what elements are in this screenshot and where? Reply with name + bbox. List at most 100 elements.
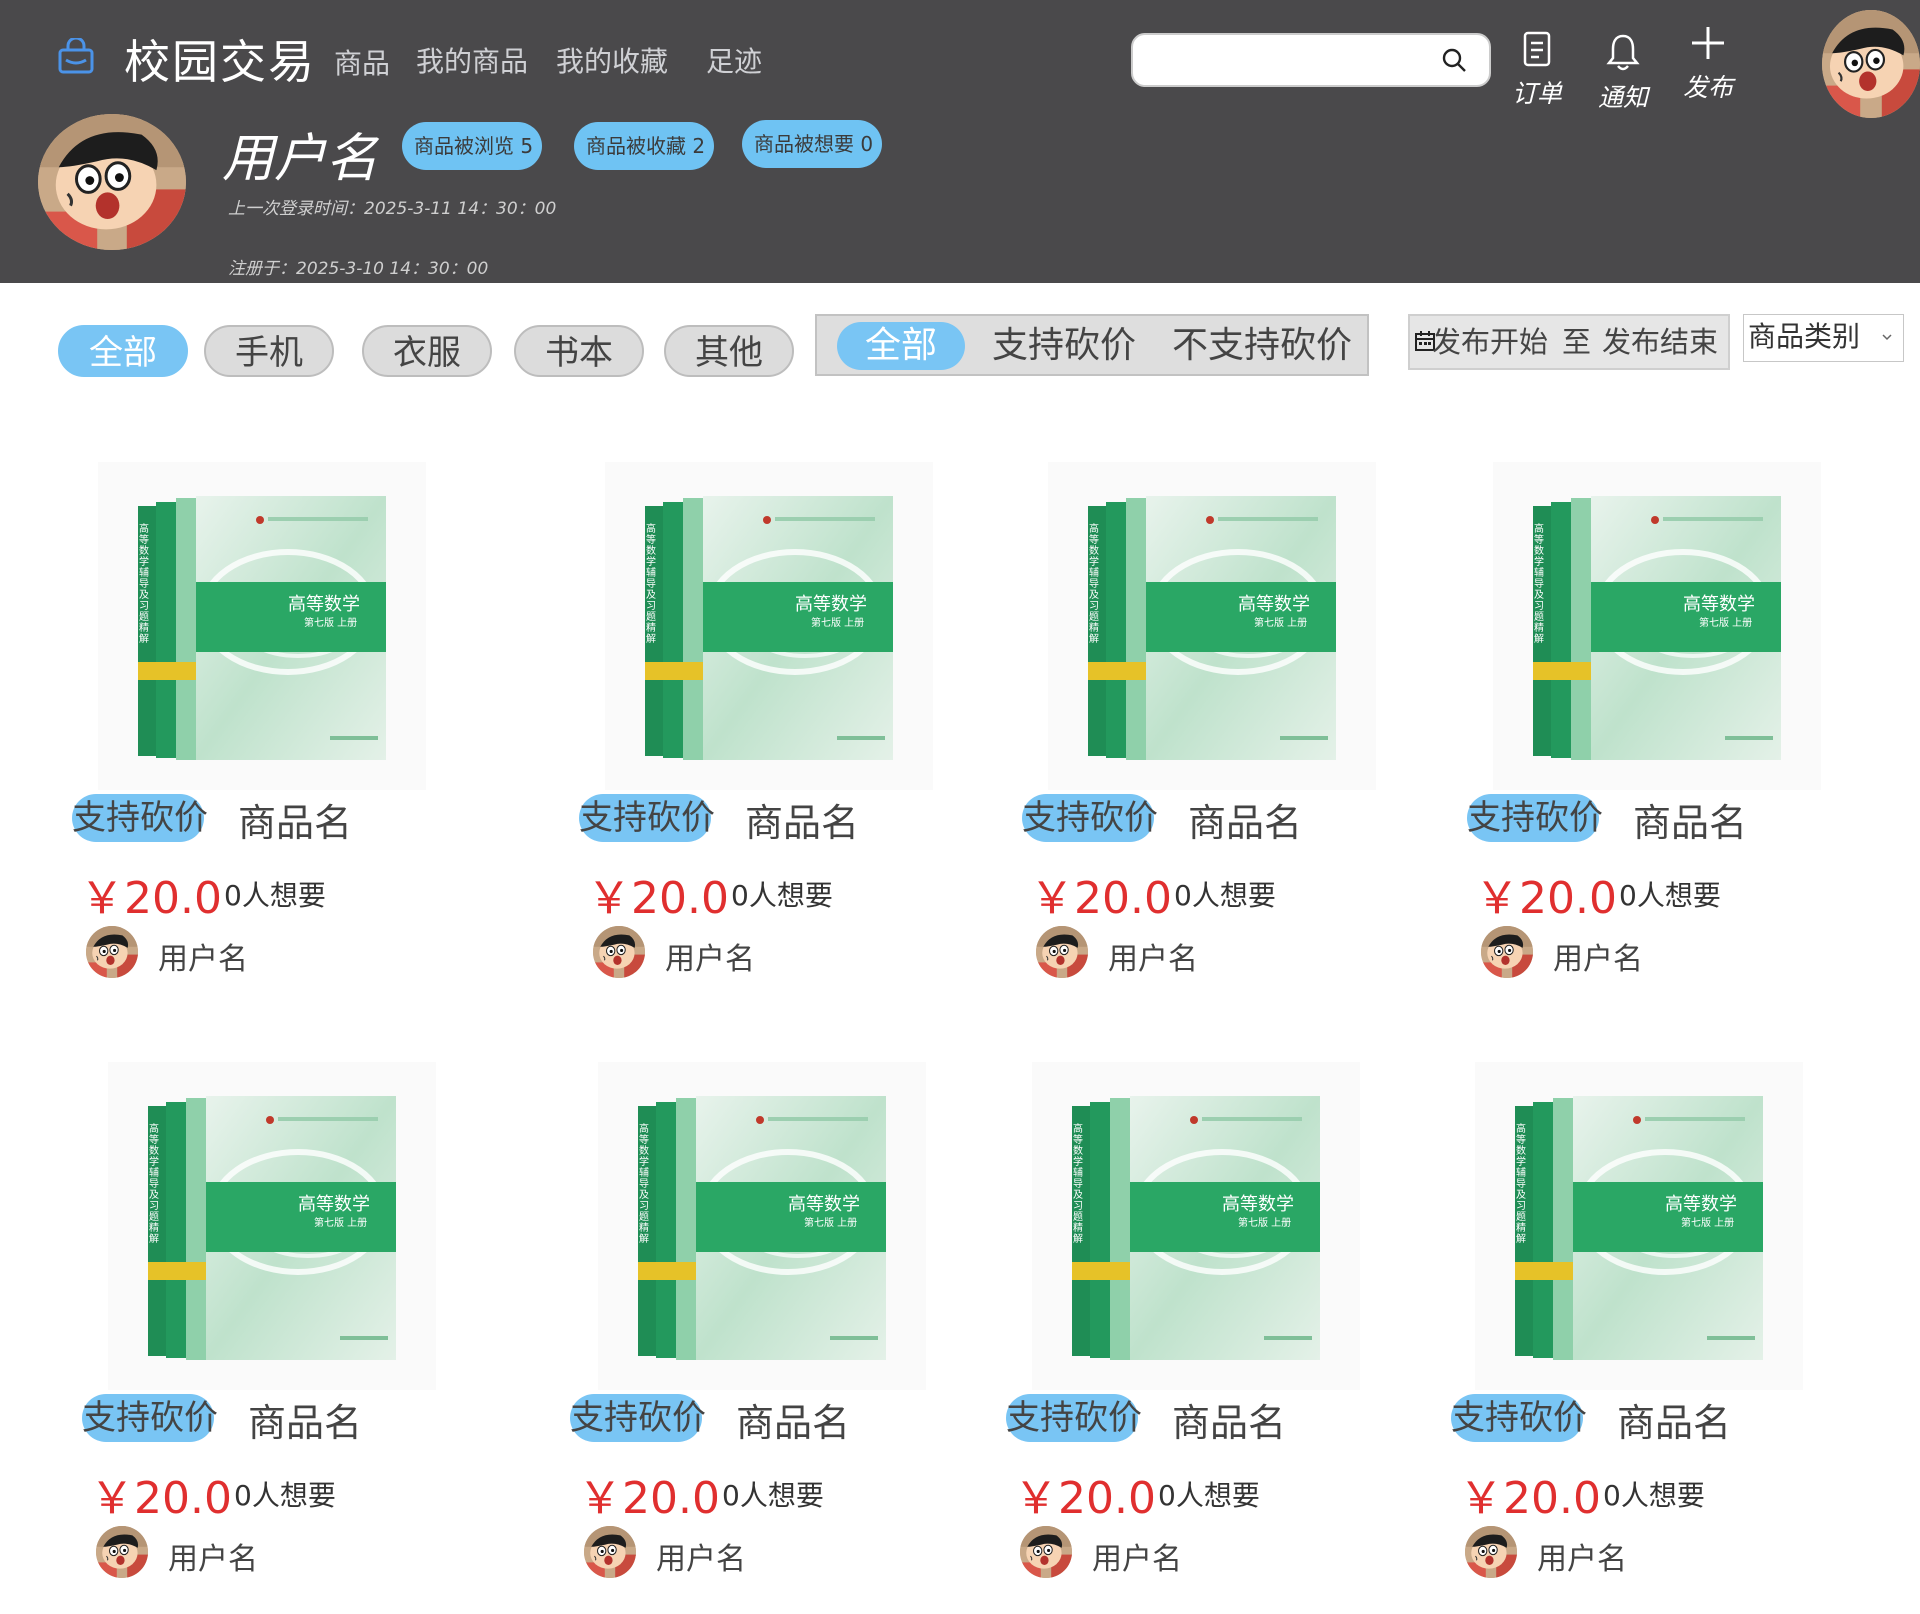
product-card[interactable]: 高等数学 第七版 上册 高等数学辅导及习题精解 支持砍价 商品名 ￥20.0 0人想要 用户名 (1020, 462, 1440, 1002)
seller-name[interactable]: 用户名 (1092, 1534, 1182, 1578)
product-price: ￥20.0 (587, 873, 729, 924)
seller-avatar[interactable] (1465, 1526, 1517, 1578)
product-image[interactable]: 高等数学 第七版 上册 高等数学辅导及习题精解 (98, 462, 426, 790)
product-card[interactable]: 高等数学 第七版 上册 高等数学辅导及习题精解 支持砍价 商品名 ￥20.0 0人想要 用户名 (80, 1062, 500, 1602)
nav-my-products[interactable]: 我的商品 (416, 40, 528, 80)
product-card[interactable]: 高等数学 第七版 上册 高等数学辅导及习题精解 支持砍价 商品名 ￥20.0 0人想要 用户名 (70, 462, 490, 1002)
product-image[interactable]: 高等数学 第七版 上册 高等数学辅导及习题精解 (1032, 1062, 1360, 1390)
nav-products[interactable]: 商品 (334, 42, 390, 82)
cover-spine: 高等数学辅导及习题精解 (149, 1124, 159, 1245)
want-count: 0人想要 (234, 1479, 336, 1512)
seller-name[interactable]: 用户名 (168, 1534, 258, 1578)
want-count: 0人想要 (731, 879, 833, 912)
cover-spine: 高等数学辅导及习题精解 (1089, 524, 1099, 645)
notify-label: 通知 (1597, 83, 1648, 112)
cover-edition: 第七版 上册 (304, 618, 358, 629)
date-start: 发布开始 (1432, 325, 1549, 359)
bargain-tag: 支持砍价 (1467, 794, 1603, 842)
order-list-icon (1523, 31, 1551, 67)
product-name[interactable]: 商品名 (1172, 1392, 1286, 1447)
seller-avatar[interactable] (584, 1526, 636, 1578)
cover-spine: 高等数学辅导及习题精解 (1516, 1124, 1526, 1245)
product-name[interactable]: 商品名 (745, 792, 859, 847)
header-avatar[interactable] (1822, 10, 1920, 118)
product-image[interactable]: 高等数学第七版 上册 高等数学辅导及习题精解 (108, 1062, 436, 1390)
seller-name[interactable]: 用户名 (1108, 934, 1198, 978)
publish-label: 发布 (1682, 73, 1733, 102)
bargain-filter-all[interactable]: 全部 (837, 322, 965, 370)
product-image[interactable]: 高等数学 第七版 上册 高等数学辅导及习题精解 (1493, 462, 1821, 790)
product-card[interactable]: 高等数学 第七版 上册 高等数学辅导及习题精解 支持砍价 商品名 ￥20.0 0人想要用户名 (577, 462, 997, 1002)
search-box (1131, 33, 1491, 87)
cover-edition: 第七版 上册 (811, 618, 865, 629)
filter-category-books[interactable]: 书本 (514, 325, 644, 377)
product-image[interactable]: 高等数学 第七版 上册 高等数学辅导及习题精解 (605, 462, 933, 790)
filter-category-clothes[interactable]: 衣服 (362, 325, 492, 377)
bargain-filter-group: 全部 支持砍价 不支持砍价 (815, 314, 1369, 376)
filter-category-all[interactable]: 全部 (58, 325, 188, 377)
app-title: 校园交易 (124, 35, 316, 89)
want-count: 0人想要 (224, 879, 326, 912)
search-input[interactable] (1149, 45, 1433, 77)
cover-spine: 高等数学辅导及习题精解 (1073, 1124, 1083, 1245)
cover-spine: 高等数学辅导及习题精解 (639, 1124, 649, 1245)
seller-avatar[interactable] (593, 926, 645, 978)
publish-button[interactable]: 发布 (1673, 24, 1743, 104)
bargain-tag: 支持砍价 (1451, 1394, 1587, 1442)
filter-category-phone[interactable]: 手机 (204, 325, 334, 377)
seller-name[interactable]: 用户名 (665, 934, 755, 978)
cover-title: 高等数学 (1665, 1194, 1737, 1215)
product-name[interactable]: 商品名 (1633, 792, 1747, 847)
plus-icon (1692, 27, 1724, 59)
product-name[interactable]: 商品名 (248, 1392, 362, 1447)
category-select-value: 商品类别 (1748, 320, 1861, 353)
product-card[interactable]: 高等数学 第七版 上册 高等数学辅导及习题精解 支持砍价 商品名 ￥20.0 0人想要 用户名 (1004, 1062, 1424, 1602)
seller-name[interactable]: 用户名 (158, 934, 248, 978)
favorites-badge: 商品被收藏 2 (574, 122, 714, 170)
notify-button[interactable]: 通知 (1588, 32, 1658, 114)
nav-my-favorites[interactable]: 我的收藏 (556, 40, 668, 80)
bargain-filter-yes[interactable]: 支持砍价 (989, 322, 1139, 370)
seller-name[interactable]: 用户名 (1537, 1534, 1627, 1578)
seller-avatar[interactable] (96, 1526, 148, 1578)
seller-avatar[interactable] (1036, 926, 1088, 978)
cover-title: 高等数学 (288, 594, 360, 615)
seller-avatar[interactable] (1481, 926, 1533, 978)
product-image[interactable]: 高等数学 第七版 上册 高等数学辅导及习题精解 (598, 1062, 926, 1390)
cover-edition: 第七版 上册 (1681, 1218, 1735, 1229)
profile-avatar (38, 114, 186, 250)
product-price: ￥20.0 (80, 873, 222, 924)
product-name[interactable]: 商品名 (238, 792, 352, 847)
product-name[interactable]: 商品名 (736, 1392, 850, 1447)
nav-footprints[interactable]: 足迹 (706, 40, 762, 80)
filter-category-other[interactable]: 其他 (664, 325, 794, 377)
bargain-tag: 支持砍价 (570, 1394, 706, 1442)
product-name[interactable]: 商品名 (1188, 792, 1302, 847)
seller-avatar[interactable] (86, 926, 138, 978)
orders-label: 订单 (1511, 79, 1562, 108)
orders-button[interactable]: 订单 (1502, 30, 1572, 110)
search-icon[interactable] (1441, 47, 1467, 73)
bargain-tag: 支持砍价 (579, 794, 715, 842)
publish-date-range[interactable]: 发布开始 至 发布结束 (1408, 314, 1730, 370)
registered-text: 注册于：2025-3-10 14：30：00 (228, 259, 489, 279)
bargain-tag: 支持砍价 (1022, 794, 1158, 842)
seller-name[interactable]: 用户名 (656, 1534, 746, 1578)
cover-title: 高等数学 (1222, 1194, 1294, 1215)
cover-spine: 高等数学辅导及习题精解 (1534, 524, 1544, 645)
shop-bag-icon (58, 38, 94, 74)
category-select[interactable]: 商品类别 (1743, 314, 1904, 362)
seller-avatar[interactable] (1020, 1526, 1072, 1578)
product-name[interactable]: 商品名 (1617, 1392, 1731, 1447)
product-card[interactable]: 高等数学 第七版 上册 高等数学辅导及习题精解 支持砍价 商品名 ￥20.0 0人想要 用户名 (1449, 1062, 1869, 1602)
seller-name[interactable]: 用户名 (1553, 934, 1643, 978)
product-image[interactable]: 高等数学 第七版 上册 高等数学辅导及习题精解 (1048, 462, 1376, 790)
cover-title: 高等数学 (1683, 594, 1755, 615)
cover-title: 高等数学 (298, 1194, 370, 1215)
date-end: 发布结束 (1602, 325, 1719, 359)
product-card[interactable]: 高等数学 第七版 上册 高等数学辅导及习题精解 支持砍价 商品名 ￥20.0 0人想要 用户名 (1465, 462, 1885, 1002)
product-card[interactable]: 高等数学 第七版 上册 高等数学辅导及习题精解 支持砍价 商品名 ￥20.0 0人想要 用户名 (568, 1062, 988, 1602)
product-image[interactable]: 高等数学第七版 上册 高等数学辅导及习题精解 (1475, 1062, 1803, 1390)
bargain-filter-no[interactable]: 不支持砍价 (1169, 322, 1355, 370)
cover-edition: 第七版 上册 (314, 1218, 368, 1229)
